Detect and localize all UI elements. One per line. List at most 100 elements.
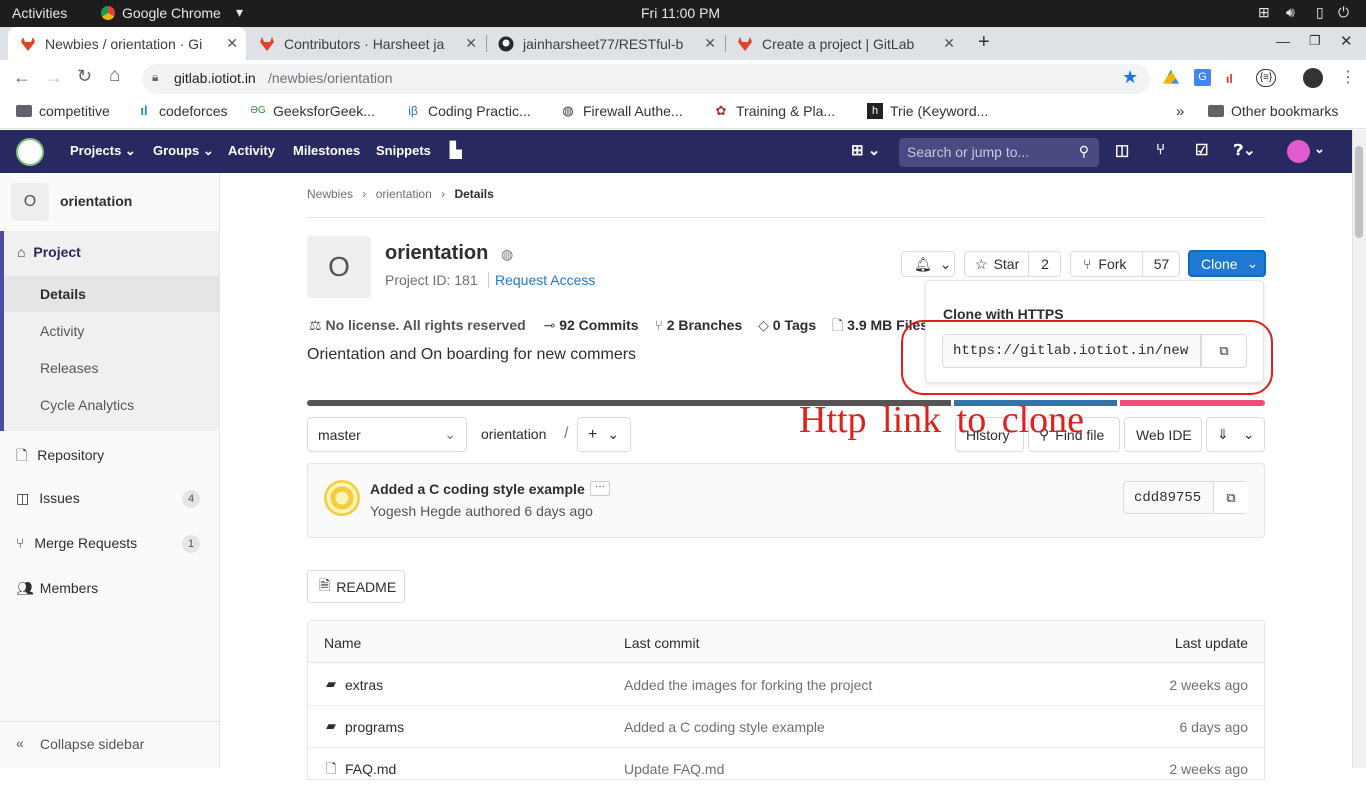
help-icon[interactable]: ❓︎⌄ [1234, 141, 1256, 159]
download-dropdown[interactable]: ⇓ ⌄ [1206, 417, 1265, 452]
bookmark-codeforces[interactable]: ıl codeforces [136, 103, 227, 119]
request-access-link[interactable]: Request Access [495, 272, 595, 288]
tab-create-project[interactable]: Create a project | GitLab ✕ [725, 27, 963, 60]
collapse-sidebar-button[interactable]: « Collapse sidebar [0, 721, 219, 768]
profile-avatar[interactable] [1303, 68, 1323, 88]
tab-newbies-orientation[interactable]: Newbies / orientation · Gi ✕ [8, 27, 246, 60]
bookmark-trie[interactable]: h Trie (Keyword... [867, 103, 988, 119]
merge-requests-icon[interactable]: ⑂ [1156, 141, 1165, 158]
minimize-button[interactable]: — [1276, 33, 1290, 49]
nav-snippets[interactable]: Snippets [376, 143, 431, 158]
close-tab-icon[interactable]: ✕ [226, 35, 238, 52]
new-item-plus-icon[interactable]: ⊞ ⌄ [851, 141, 880, 159]
sidebar-item-activity[interactable]: Activity [40, 323, 210, 339]
volume-icon[interactable]: 🔊︎ [1286, 4, 1295, 21]
sidebar-item-merge-requests[interactable]: ⑂ Merge Requests 1 [16, 535, 216, 553]
sidebar-project-name[interactable]: orientation [60, 193, 132, 209]
tab-contributors[interactable]: Contributors · Harsheet ja ✕ [247, 27, 485, 60]
maximize-button[interactable]: ❐ [1309, 33, 1321, 49]
clock[interactable]: Fri 11:00 PM [641, 5, 720, 21]
tab-github-repo[interactable]: jainharsheet77/RESTful-b ✕ [486, 27, 724, 60]
star-count[interactable]: 2 [1028, 252, 1061, 276]
clone-button[interactable]: Clone ⌄ [1188, 250, 1266, 277]
bookmark-other[interactable]: Other bookmarks [1208, 103, 1338, 119]
todos-icon[interactable]: ☑ [1195, 141, 1208, 159]
bookmark-coding-practice[interactable]: iβ Coding Practic... [405, 103, 531, 119]
nav-milestones[interactable]: Milestones [293, 143, 360, 158]
add-file-dropdown[interactable]: + ⌄ [577, 417, 631, 452]
branches-link[interactable]: 2 Branches [667, 317, 742, 333]
close-window-button[interactable]: ✕ [1340, 32, 1353, 50]
bookmark-firewall[interactable]: ◍ Firewall Authe... [560, 103, 682, 119]
readme-button[interactable]: 🗎︎ README [307, 570, 405, 603]
breadcrumb-orientation[interactable]: orientation [376, 187, 432, 201]
web-ide-button[interactable]: Web IDE [1124, 417, 1202, 452]
chart-extension-icon[interactable]: ıl [1226, 72, 1233, 86]
json-extension-icon[interactable]: {≡} [1256, 69, 1276, 87]
battery-icon[interactable]: ▯ [1316, 4, 1324, 21]
file-name[interactable]: extras [345, 677, 383, 693]
breadcrumb-details[interactable]: Details [454, 187, 493, 201]
close-tab-icon[interactable]: ✕ [704, 35, 716, 52]
table-row[interactable]: 🗋︎ FAQ.md Update FAQ.md 2 weeks ago [308, 748, 1264, 790]
more-bookmarks-icon[interactable]: » [1176, 103, 1184, 120]
address-bar[interactable]: 🔒︎ gitlab.iotiot.in /newbies/orientation… [142, 64, 1150, 94]
forward-arrow-icon[interactable]: → [45, 67, 63, 88]
reload-icon[interactable]: ↻ [77, 66, 92, 87]
nav-projects[interactable]: Projects ⌄ [70, 143, 136, 159]
sidebar-item-project[interactable]: ⌂ Project [17, 244, 236, 260]
repo-path[interactable]: orientation [481, 426, 546, 442]
sidebar-item-details[interactable]: Details [4, 276, 219, 312]
sidebar-toggle-icon[interactable]: ◫ [1115, 141, 1129, 159]
search-input[interactable]: Search or jump to... ⚲ [899, 138, 1099, 167]
new-tab-button[interactable]: + [978, 31, 990, 54]
network-icon[interactable]: ⊞ [1258, 4, 1270, 21]
file-last-commit[interactable]: Update FAQ.md [624, 761, 724, 777]
sidebar-item-members[interactable]: 👥︎ Members [16, 580, 216, 597]
bookmark-geeksforgeeks[interactable]: ƏG GeeksforGeek... [250, 103, 375, 119]
app-menu[interactable]: Google Chrome [122, 5, 221, 21]
bookmark-star-icon[interactable]: ★ [1122, 67, 1138, 88]
star-button[interactable]: ☆ Star 2 [964, 251, 1061, 277]
kebab-menu-icon[interactable]: ⋮ [1340, 67, 1356, 87]
table-row[interactable]: ▰ extras Added the images for forking th… [308, 664, 1264, 706]
sidebar-item-repository[interactable]: 🗋︎ Repository [16, 445, 216, 469]
project-avatar[interactable]: O [11, 183, 49, 221]
back-arrow-icon[interactable]: ← [13, 67, 31, 88]
scrollbar-thumb[interactable] [1355, 146, 1363, 238]
close-tab-icon[interactable]: ✕ [465, 35, 477, 52]
table-row[interactable]: ▰ programs Added a C coding style exampl… [308, 706, 1264, 748]
file-name[interactable]: programs [345, 719, 404, 735]
commit-message[interactable]: Added a C coding style example [370, 481, 585, 497]
sidebar-item-issues[interactable]: ◫ Issues 4 [16, 490, 216, 508]
translate-extension-icon[interactable]: G [1194, 69, 1211, 86]
branch-selector[interactable]: master ⌄ [307, 417, 467, 452]
tags-link[interactable]: 0 Tags [773, 317, 816, 333]
breadcrumb-newbies[interactable]: Newbies [307, 187, 353, 201]
sidebar-item-releases[interactable]: Releases [40, 360, 210, 376]
home-icon[interactable]: ⌂ [109, 65, 120, 87]
bookmark-training[interactable]: ✿ Training & Pla... [713, 103, 836, 119]
close-tab-icon[interactable]: ✕ [943, 35, 955, 52]
commit-sha[interactable]: cdd89755 [1134, 490, 1201, 506]
fork-count[interactable]: 57 [1142, 252, 1180, 276]
sidebar-item-cycle-analytics[interactable]: Cycle Analytics [40, 397, 210, 413]
author-avatar[interactable] [324, 480, 360, 516]
nav-groups[interactable]: Groups ⌄ [153, 143, 214, 159]
chevron-down-icon[interactable]: ⌄ [1314, 141, 1325, 157]
gitlab-logo-icon[interactable] [16, 138, 44, 166]
file-last-commit[interactable]: Added the images for forking the project [624, 677, 872, 693]
fork-button[interactable]: ⑂ Fork 57 [1070, 251, 1180, 277]
nav-activity[interactable]: Activity [228, 143, 275, 158]
power-menu-icon[interactable]: ⏻ [1338, 4, 1349, 21]
notification-dropdown[interactable]: 🔔︎ ⌄ [901, 251, 955, 277]
bookmark-competitive[interactable]: competitive [16, 103, 110, 119]
activities-button[interactable]: Activities [12, 5, 67, 21]
chart-icon[interactable]: ▙ [450, 141, 462, 159]
user-avatar[interactable] [1287, 140, 1310, 163]
copy-icon[interactable]: ⧉ [1213, 482, 1248, 513]
file-last-commit[interactable]: Added a C coding style example [624, 719, 825, 735]
file-name[interactable]: FAQ.md [345, 761, 396, 777]
commits-link[interactable]: 92 Commits [559, 317, 638, 333]
ellipsis-button[interactable]: ··· [590, 481, 610, 496]
